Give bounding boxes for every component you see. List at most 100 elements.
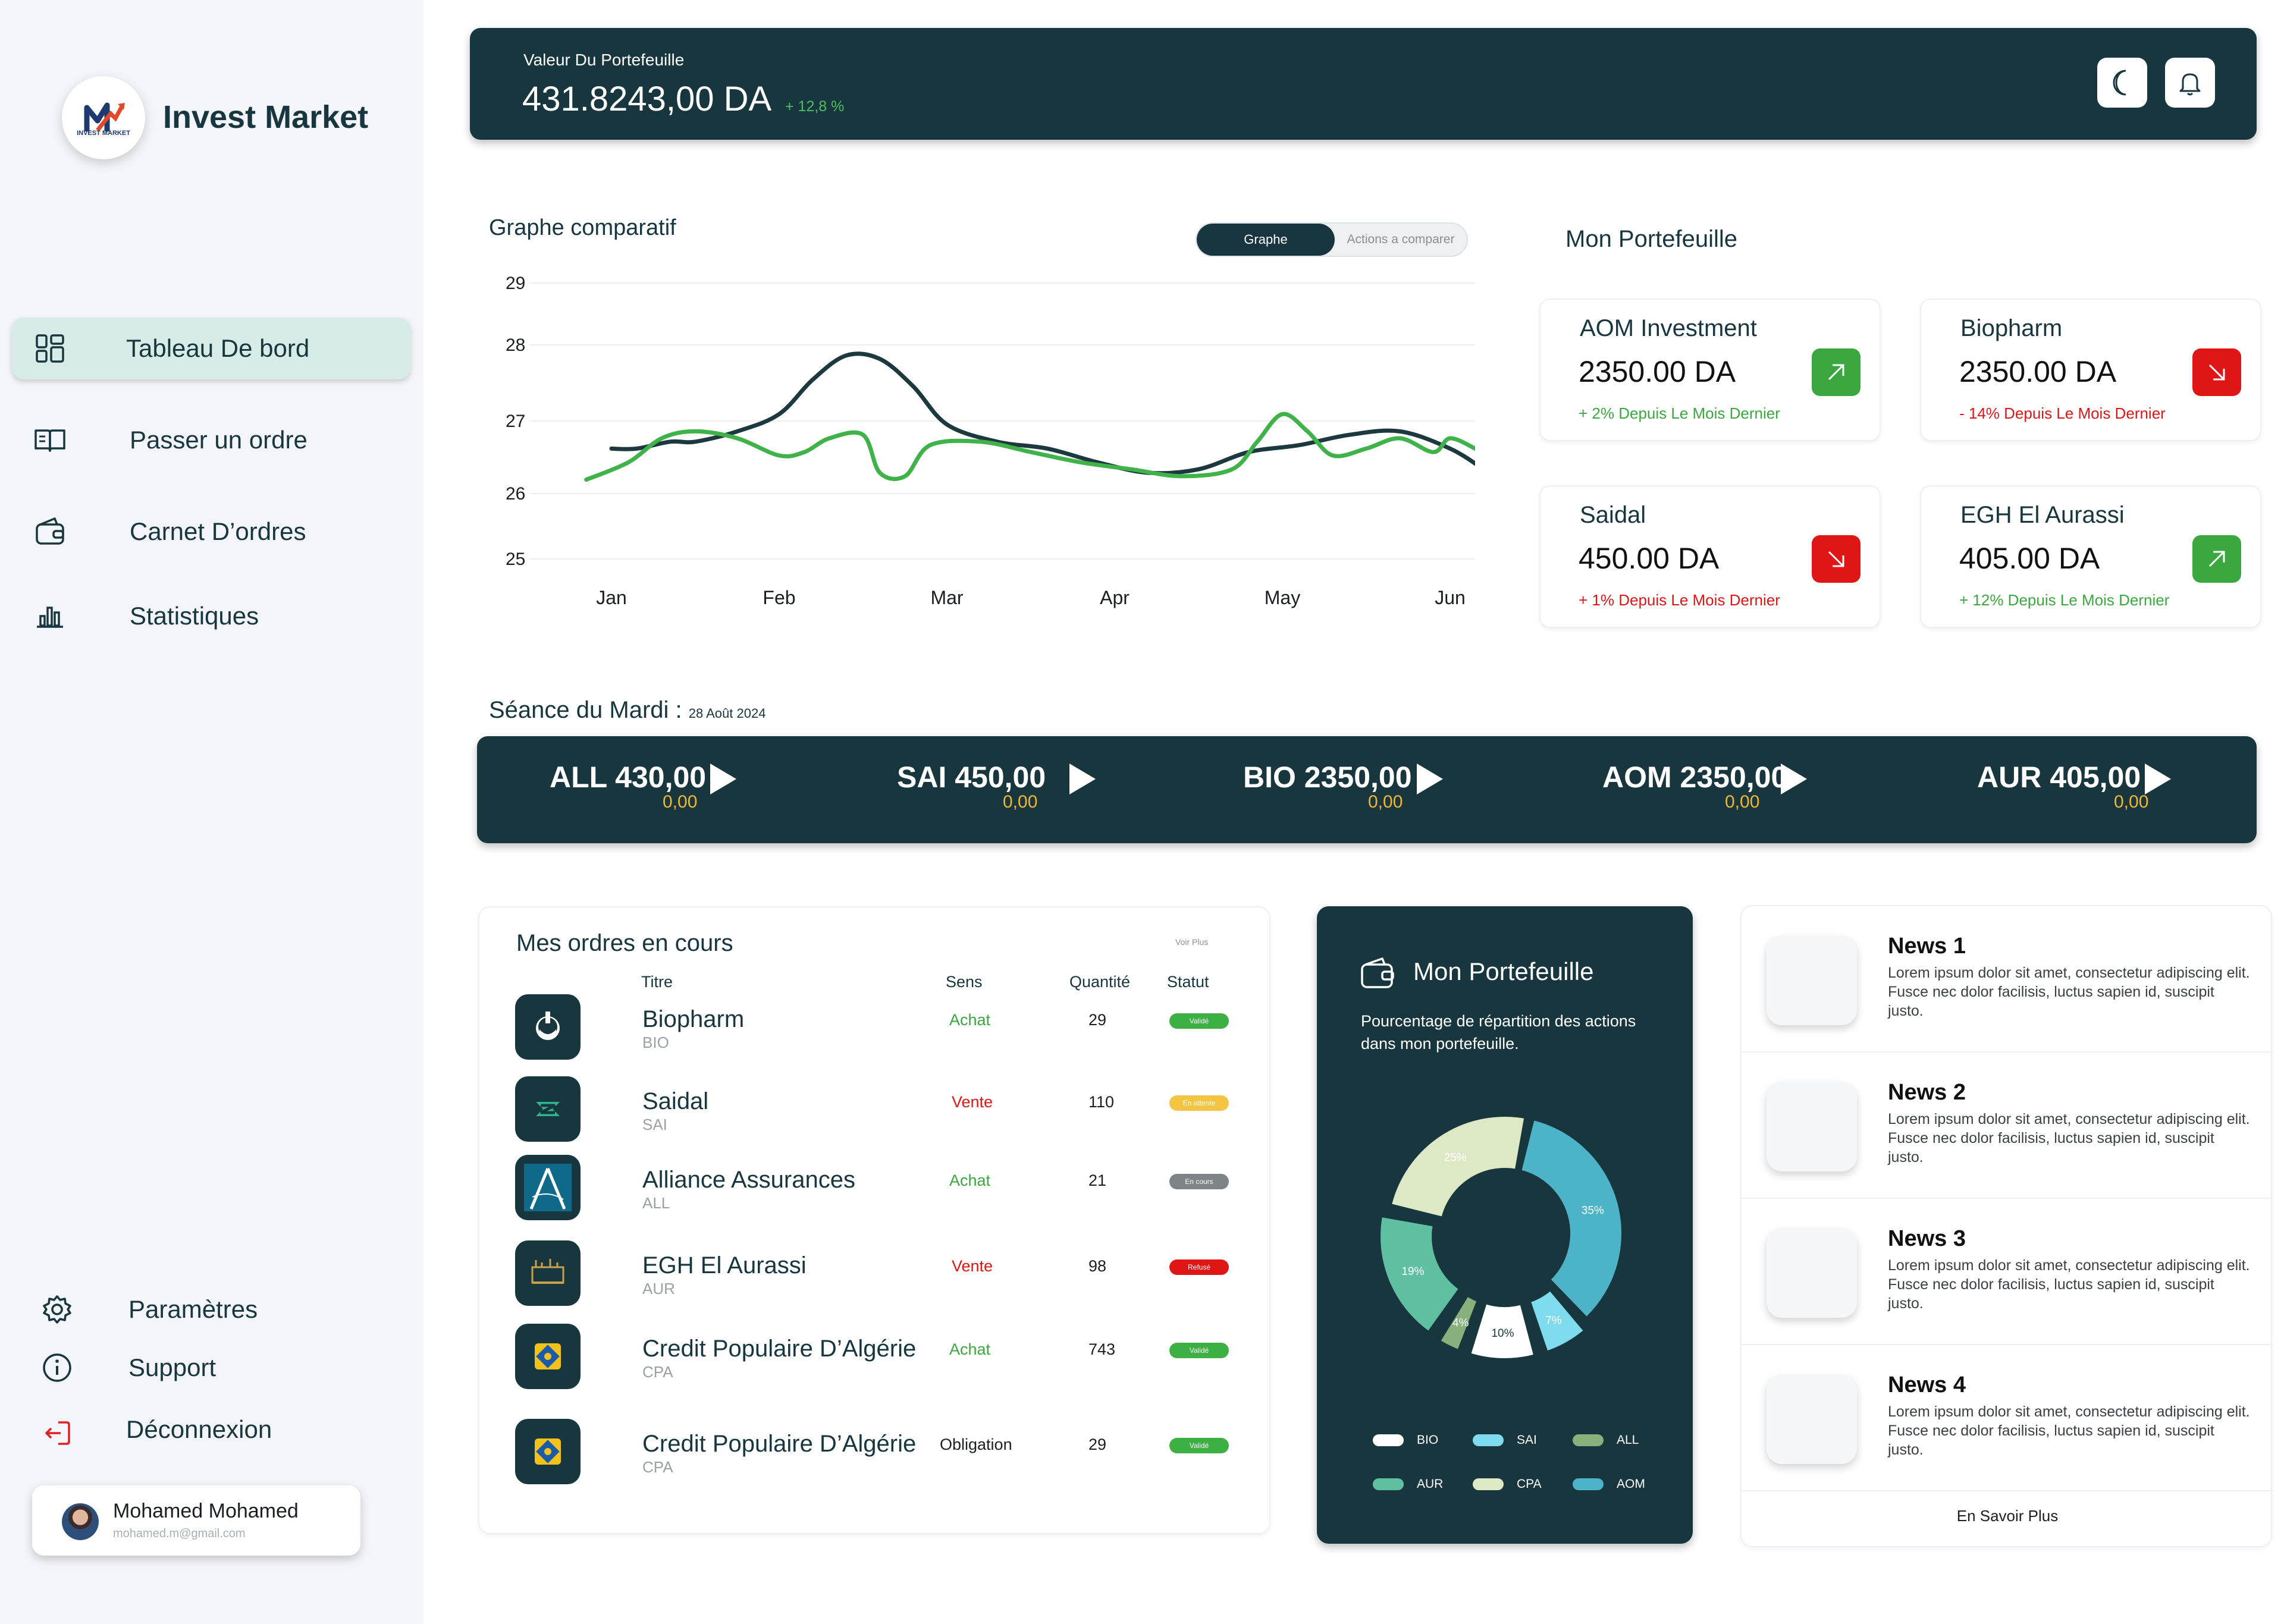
news-body: Lorem ipsum dolor sit amet, consectetur … xyxy=(1888,1257,2250,1312)
order-code: CPA xyxy=(642,1363,673,1381)
dark-mode-button[interactable] xyxy=(2097,58,2147,108)
allocation-title: Mon Portefeuille xyxy=(1413,957,1594,985)
order-code: AUR xyxy=(642,1280,675,1298)
order-title: Alliance Assurances xyxy=(642,1167,855,1193)
app-logo[interactable]: INVEST MARKET xyxy=(62,76,145,159)
logout-icon xyxy=(45,1421,70,1445)
info-icon xyxy=(43,1353,71,1382)
order-row[interactable]: Credit Populaire D’Algérie CPA Achat 743 Val… xyxy=(479,1324,1272,1395)
orders-card: Mes ordres en cours Voir Plus Titre Sens… xyxy=(478,906,1270,1534)
donut-slice-label: 4% xyxy=(1452,1317,1469,1330)
arrow-up-right-icon xyxy=(1828,364,1844,381)
stock-name: Biopharm xyxy=(1960,315,2063,341)
user-card[interactable]: Mohamed Mohamed mohamed.m@gmail.com xyxy=(32,1485,360,1556)
x-tick-label: Feb xyxy=(763,587,795,608)
orders-see-more-link[interactable]: Voir Plus xyxy=(1175,937,1208,947)
notifications-button[interactable] xyxy=(2165,58,2215,108)
status-badge: Refusé xyxy=(1169,1259,1229,1275)
donut-slice-label: 10% xyxy=(1491,1327,1514,1340)
nav-item-tableau-de-bord[interactable]: Tableau De bord xyxy=(12,318,410,379)
stock-value: 405.00 DA xyxy=(1959,542,2100,575)
donut-slice-label: 7% xyxy=(1545,1314,1562,1327)
company-logo xyxy=(515,1324,581,1389)
legend-item: BIO xyxy=(1373,1433,1438,1447)
portfolio-card[interactable]: EGH El Aurassi 405.00 DA + 12% Depuis Le M… xyxy=(1920,485,2261,628)
stock-value: 450.00 DA xyxy=(1579,542,1720,575)
book-icon xyxy=(34,429,65,452)
bell-icon xyxy=(2179,73,2201,96)
news-body: Lorem ipsum dolor sit amet, consectetur … xyxy=(1888,1111,2250,1166)
order-quantity: 110 xyxy=(1088,1093,1115,1111)
play-icon xyxy=(1069,764,1096,794)
portfolio-header: Valeur Du Portefeuille 431.8243,00 DA + … xyxy=(470,28,2257,140)
stock-change: + 1% Depuis Le Mois Dernier xyxy=(1579,591,1780,609)
wallet-icon xyxy=(1361,957,1394,988)
x-tick-label: Apr xyxy=(1100,587,1130,608)
portfolio-card[interactable]: Saidal 450.00 DA + 1% Depuis Le Mois Derni… xyxy=(1539,485,1881,628)
y-tick-label: 25 xyxy=(506,549,525,569)
nav-item-support[interactable]: Support xyxy=(12,1344,404,1391)
moon-icon xyxy=(2113,70,2126,96)
line-chart: 29 28 27 26 25 Jan Feb Mar Apr May Jun xyxy=(506,274,1475,608)
order-quantity: 98 xyxy=(1088,1257,1107,1275)
legend-swatch xyxy=(1573,1434,1604,1447)
company-logo xyxy=(515,1419,581,1484)
y-tick-label: 27 xyxy=(506,412,525,431)
news-card: News 1 Lorem ipsum dolor sit amet, consec… xyxy=(1740,905,2273,1547)
col-header-titre: Titre xyxy=(641,973,673,991)
trend-badge xyxy=(1812,535,1861,583)
order-row[interactable]: Credit Populaire D’Algérie CPA Obligation 2… xyxy=(479,1419,1272,1490)
y-tick-label: 29 xyxy=(506,274,525,293)
chart-toggle: Graphe Actions a comparer xyxy=(1196,222,1468,257)
order-title: Credit Populaire D’Algérie xyxy=(642,1336,917,1362)
seance-label: Séance du Mardi : xyxy=(489,697,689,723)
ticker-price: BIO 2350,00 xyxy=(1243,761,1412,794)
donut-slice-aom xyxy=(1519,1117,1624,1320)
stock-name: AOM Investment xyxy=(1580,315,1757,341)
news-title: News 2 xyxy=(1888,1080,1966,1105)
toggle-compare-button[interactable]: Actions a comparer xyxy=(1335,224,1467,256)
order-sens: Achat xyxy=(949,1171,991,1189)
company-logo xyxy=(515,994,581,1060)
order-row[interactable]: Alliance Assurances ALL Achat 21 En cours xyxy=(479,1155,1272,1226)
nav-item-carnet-ordres[interactable]: Carnet D’ordres xyxy=(12,501,410,563)
nav-item-parametres[interactable]: Paramètres xyxy=(12,1286,404,1333)
order-sens: Achat xyxy=(949,1340,991,1358)
donut-chart: 35% 7% 10% 4% 19% 25% xyxy=(1378,1114,1624,1361)
legend-swatch xyxy=(1473,1478,1504,1491)
order-row[interactable]: Saidal SAI Vente 110 En attente xyxy=(479,1076,1272,1148)
cpa-logo-icon xyxy=(535,1343,561,1369)
news-item[interactable]: News 4 Lorem ipsum dolor sit amet, consec… xyxy=(1742,1345,2273,1491)
stock-value: 2350.00 DA xyxy=(1959,355,2117,388)
user-email: mohamed.m@gmail.com xyxy=(113,1527,246,1540)
toggle-graph-button[interactable]: Graphe xyxy=(1197,224,1335,256)
donut-slice-label: 25% xyxy=(1444,1152,1467,1164)
news-thumbnail xyxy=(1767,936,1857,1025)
order-row[interactable]: Biopharm BIO Achat 29 Validé xyxy=(479,994,1272,1066)
wallet-icon xyxy=(36,517,64,545)
y-tick-label: 26 xyxy=(506,484,525,504)
nav-item-deconnexion[interactable]: Déconnexion xyxy=(12,1406,404,1453)
news-thumbnail xyxy=(1767,1375,1857,1464)
nav-item-passer-un-ordre[interactable]: Passer un ordre xyxy=(12,409,410,471)
portfolio-card[interactable]: Biopharm 2350.00 DA - 14% Depuis Le Mois D… xyxy=(1920,299,2261,441)
ticker-change: 0,00 xyxy=(1368,792,1403,812)
order-sens: Obligation xyxy=(940,1435,1012,1453)
nav-label: Passer un ordre xyxy=(130,426,308,454)
nav-label: Support xyxy=(128,1353,217,1381)
order-row[interactable]: EGH El Aurassi AUR Vente 98 Refusé xyxy=(479,1240,1272,1312)
alliance-logo-icon xyxy=(524,1164,572,1211)
news-item[interactable]: News 1 Lorem ipsum dolor sit amet, consec… xyxy=(1742,906,2273,1053)
allocation-description: Pourcentage de répartition des actions d… xyxy=(1361,1012,1636,1053)
order-title: EGH El Aurassi xyxy=(642,1252,807,1279)
news-item[interactable]: News 2 Lorem ipsum dolor sit amet, consec… xyxy=(1742,1053,2273,1199)
news-item[interactable]: News 3 Lorem ipsum dolor sit amet, consec… xyxy=(1742,1199,2273,1345)
legend-item: ALL xyxy=(1573,1433,1639,1447)
news-more-link[interactable]: En Savoir Plus xyxy=(1742,1507,2273,1525)
portfolio-card[interactable]: AOM Investment 2350.00 DA + 2% Depuis Le M… xyxy=(1539,299,1881,441)
ticker-price: AOM 2350,00 xyxy=(1602,761,1788,794)
order-title: Credit Populaire D’Algérie xyxy=(642,1431,917,1457)
legend-label: AOM xyxy=(1617,1477,1645,1491)
nav-item-statistiques[interactable]: Statistiques xyxy=(12,585,410,647)
news-title: News 4 xyxy=(1888,1372,1966,1397)
